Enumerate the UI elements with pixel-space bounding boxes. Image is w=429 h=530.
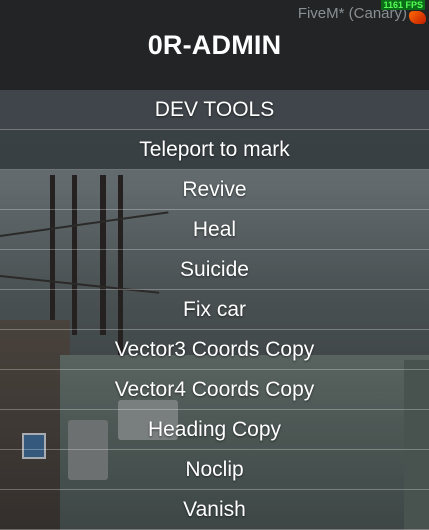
fivem-logo-icon bbox=[409, 11, 426, 24]
menu-item-revive[interactable]: Revive bbox=[0, 170, 429, 210]
menu-list: DEV TOOLS Teleport to mark Revive Heal Suic… bbox=[0, 90, 429, 530]
menu-item-heal[interactable]: Heal bbox=[0, 210, 429, 250]
menu-header: 0R-ADMIN FiveM* (Canary) 1161 FPS bbox=[0, 0, 429, 90]
fps-badge: 1161 FPS bbox=[381, 0, 425, 10]
menu-title: 0R-ADMIN bbox=[147, 30, 282, 60]
menu-item-heading-copy[interactable]: Heading Copy bbox=[0, 410, 429, 450]
menu-item-teleport-to-mark[interactable]: Teleport to mark bbox=[0, 130, 429, 170]
menu-item-noclip[interactable]: Noclip bbox=[0, 450, 429, 490]
menu-item-suicide[interactable]: Suicide bbox=[0, 250, 429, 290]
menu-section-header: DEV TOOLS bbox=[0, 90, 429, 130]
menu-item-vanish[interactable]: Vanish bbox=[0, 490, 429, 530]
menu-item-vector3-coords-copy[interactable]: Vector3 Coords Copy bbox=[0, 330, 429, 370]
menu-item-fix-car[interactable]: Fix car bbox=[0, 290, 429, 330]
menu-item-vector4-coords-copy[interactable]: Vector4 Coords Copy bbox=[0, 370, 429, 410]
